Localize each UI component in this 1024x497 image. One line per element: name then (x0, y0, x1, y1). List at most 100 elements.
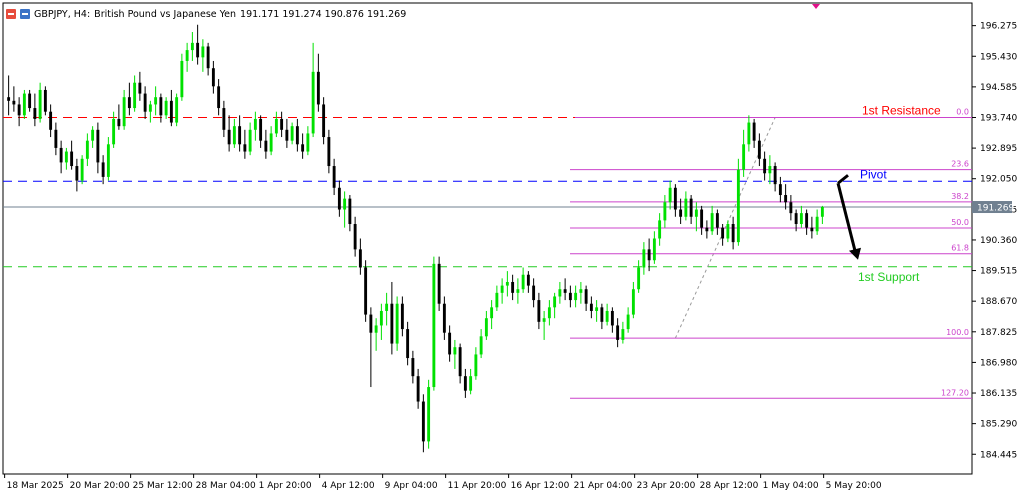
candle-body (773, 166, 777, 185)
x-tick-label: 28 Mar 04:00 (196, 481, 256, 491)
y-tick-label: 190.360 (980, 236, 1017, 246)
candle-body (311, 71, 315, 134)
candle-body (689, 198, 693, 217)
plot-frame (2, 2, 973, 475)
candle-body (353, 224, 357, 250)
candle-body (700, 209, 704, 228)
candle-body (694, 209, 698, 217)
arrow-tail (837, 174, 849, 185)
candle-body (458, 347, 462, 377)
candle-body (679, 209, 683, 217)
candle-body (101, 162, 105, 177)
candle-body (327, 137, 331, 167)
candle-body (232, 126, 236, 145)
candle-body (348, 198, 352, 225)
candle-body (479, 336, 483, 355)
candle-body (574, 292, 578, 301)
y-tick-label: 187.825 (980, 328, 1017, 338)
candle-body (579, 289, 583, 293)
candle-body (154, 97, 158, 105)
candle-body (138, 82, 142, 94)
candle-body (537, 300, 541, 322)
candle-body (511, 281, 515, 293)
symbol-description: British Pound vs Japanese Yen (94, 8, 237, 20)
candle-body (584, 289, 588, 304)
candle-body (820, 206, 824, 217)
candle-body (736, 169, 740, 243)
candle-body (432, 263, 436, 388)
candle-body (600, 307, 604, 322)
candle-body (190, 42, 194, 51)
price-chart[interactable]: 196.275 195.430 194.585 193.740 192.895 192.0… (0, 0, 1024, 497)
candle-body (343, 198, 347, 210)
candle-body (91, 129, 95, 141)
candle-body (500, 285, 504, 293)
candle-body (222, 108, 226, 130)
chart-window[interactable]: 196.275 195.430 194.585 193.740 192.895 192.0… (0, 0, 1024, 497)
candle-body (364, 267, 368, 315)
candle-body (64, 151, 68, 163)
candle-body (416, 376, 420, 402)
chart-properties-icon[interactable] (6, 9, 16, 19)
candle-body (358, 249, 362, 268)
y-tick-label: 188.670 (980, 297, 1017, 307)
x-tick-label: 9 Apr 04:00 (385, 481, 438, 491)
candle-body (763, 158, 767, 174)
candle-body (106, 144, 110, 177)
candle-body (269, 133, 273, 152)
candle-body (448, 332, 452, 355)
candle-body (526, 274, 530, 286)
candle-body (22, 93, 26, 116)
candle-body (143, 93, 147, 112)
y-tick-label: 185.290 (980, 420, 1017, 430)
candle-body (542, 318, 546, 322)
candle-body (647, 249, 651, 261)
candle-body (595, 307, 599, 311)
y-tick-label: 186.135 (980, 389, 1017, 399)
candle-body (490, 307, 494, 319)
candle-body (705, 227, 709, 232)
candle-body (442, 303, 446, 333)
candle-body (374, 325, 378, 333)
candle-body (610, 310, 614, 326)
candle-body (589, 303, 593, 311)
candle-body (169, 100, 173, 123)
candle-body (206, 46, 210, 69)
y-tick-label: 196.275 (980, 22, 1017, 32)
candle-body (742, 144, 746, 170)
x-tick-label: 23 Apr 20:00 (637, 481, 696, 491)
candle-body (715, 213, 719, 228)
x-tick-label: 11 Apr 20:00 (448, 481, 507, 491)
candle-body (563, 289, 567, 293)
fib-level-label: 38.2 (951, 192, 969, 201)
candle-body (211, 68, 215, 87)
candle-body (726, 224, 730, 239)
candle-body (264, 140, 268, 152)
x-tick-label: 5 May 20:00 (826, 481, 882, 491)
y-tick-label: 195.430 (980, 52, 1017, 62)
candle-body (668, 187, 672, 203)
candle-body (390, 303, 394, 344)
candle-body (17, 104, 21, 116)
x-tick-label: 25 Mar 12:00 (133, 481, 193, 491)
candle-body (122, 97, 126, 127)
direction-arrow (836, 182, 858, 256)
candle-body (605, 310, 609, 322)
candle-body (521, 274, 525, 290)
x-tick-label: 18 Mar 2025 (7, 481, 64, 491)
candle-body (243, 144, 247, 152)
candle-body (427, 387, 431, 442)
candle-body (395, 303, 399, 344)
candle-body (43, 89, 47, 112)
candle-body (553, 296, 557, 308)
candle-body (747, 122, 751, 145)
candle-body (185, 50, 189, 61)
candle-body (70, 151, 74, 167)
x-tick-label: 20 Mar 20:00 (70, 481, 130, 491)
indicator-list-icon[interactable] (20, 9, 30, 19)
candle-body (684, 198, 688, 217)
candle-body (453, 347, 457, 355)
candle-body (159, 97, 163, 116)
y-tick-label: 193.740 (980, 113, 1017, 123)
candle-body (474, 354, 478, 377)
